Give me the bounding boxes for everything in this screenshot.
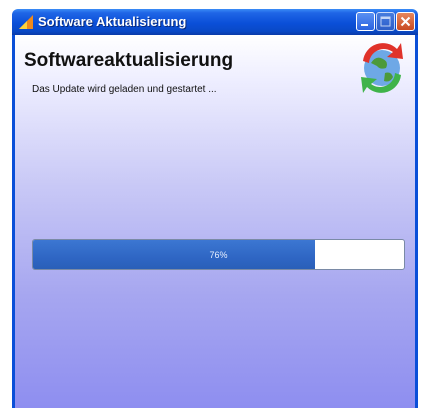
maximize-icon [380, 16, 391, 27]
close-icon [400, 16, 411, 27]
app-icon [19, 15, 33, 29]
update-refresh-icon [361, 43, 403, 93]
progress-bar: 76% [32, 239, 405, 270]
window-body: Softwareaktualisierung Das Update wird g… [12, 35, 418, 408]
progress-label: 76% [209, 249, 228, 260]
minimize-icon [361, 24, 368, 26]
window-title: Software Aktualisierung [38, 14, 187, 29]
title-bar[interactable]: Software Aktualisierung [12, 9, 418, 35]
page-title: Softwareaktualisierung [24, 50, 234, 71]
update-window: Software Aktualisierung Softwareaktualis… [0, 0, 430, 408]
close-button[interactable] [396, 12, 415, 31]
maximize-button[interactable] [376, 12, 395, 31]
minimize-button[interactable] [356, 12, 375, 31]
status-message: Das Update wird geladen und gestartet ..… [32, 84, 217, 95]
